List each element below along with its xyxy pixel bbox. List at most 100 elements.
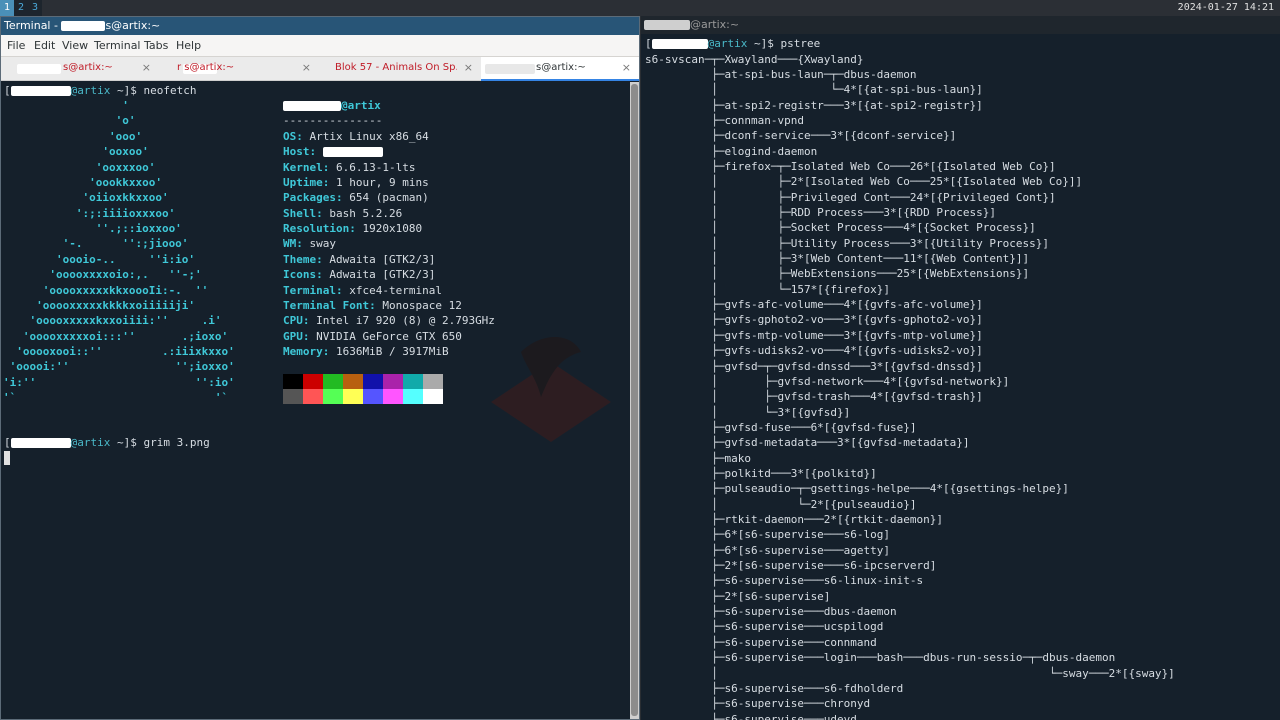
pstree-line: ├─gvfs-mtp-volume───3*[{gvfs-mtp-volume}… <box>645 328 983 342</box>
menu-help[interactable]: Help <box>176 35 201 57</box>
pstree-line: ├─firefox─┬─Isolated Web Co───26*[{Isola… <box>645 159 1056 173</box>
tab-4-close-icon[interactable]: × <box>622 57 631 79</box>
pstree-line: │ ├─RDD Process───3*[{RDD Process}] <box>645 206 996 219</box>
prompt-line: [@artix ~]$ neofetch <box>4 84 197 97</box>
menu-tabs[interactable]: Tabs <box>144 35 168 57</box>
logo-line: 'oiioxkkxxoo' <box>3 191 169 204</box>
command-text: neofetch <box>143 84 197 97</box>
info-key: Resolution: <box>283 222 356 236</box>
pstree-line: ├─gvfsd─┬─gvfsd-dnssd───3*[{gvfsd-dnssd}… <box>645 359 983 373</box>
info-value: Intel i7 920 (8) @ 2.793GHz <box>309 314 495 328</box>
color-swatch <box>383 374 403 389</box>
workspace-1-button[interactable]: 1 <box>0 0 14 16</box>
pstree-line: │ └─sway───2*[{sway}] <box>645 666 1175 680</box>
info-row: Shell: bash 5.2.26 <box>283 206 402 221</box>
pstree-line: │ ├─gvfsd-network───4*[{gvfsd-network}] <box>645 374 1010 388</box>
info-key: Uptime: <box>283 176 330 190</box>
terminal-output[interactable]: [@artix ~]$ neofetch ' 'o' 'ooo' 'ooxoo'… <box>1 82 629 719</box>
pstree-line: ├─dconf-service───3*[{dconf-service}] <box>645 129 957 143</box>
logo-line: 'ooxxxoo' <box>3 161 156 174</box>
color-swatch <box>403 389 423 404</box>
menu-file[interactable]: File <box>7 35 25 57</box>
logo-line: 'i:'' '':io' <box>3 376 235 389</box>
info-value: Monospace 12 <box>375 298 462 312</box>
redacted-username <box>61 21 106 31</box>
info-row: WM: sway <box>283 236 336 251</box>
info-value: 1920x1080 <box>355 222 423 236</box>
menu-edit[interactable]: Edit <box>34 35 55 57</box>
window-titlebar[interactable]: Terminal - s@artix:~ <box>1 17 639 35</box>
info-row: Terminal: xfce4-terminal <box>283 283 442 298</box>
color-swatch <box>323 389 343 404</box>
clock: 2024-01-27 14:21 <box>1177 2 1274 13</box>
logo-line: 'ooo' <box>3 130 143 143</box>
redacted-username <box>651 39 708 49</box>
redacted-host <box>322 147 383 158</box>
info-key: Terminal Font: <box>283 298 376 312</box>
pstree-line: ├─gvfs-gphoto2-vo───3*[{gvfs-gphoto2-vo}… <box>645 313 983 327</box>
color-swatch <box>363 374 383 389</box>
info-value: sway <box>302 237 336 251</box>
menu-terminal[interactable]: Terminal <box>94 35 141 57</box>
tab-3[interactable]: Blok 57 - Animals On Sp... × <box>319 57 481 81</box>
prompt-line: [@artix ~]$ pstree <box>645 37 821 50</box>
pstree-line: │ ├─Utility Process───3*[{Utility Proces… <box>645 236 1049 250</box>
info-row: Uptime: 1 hour, 9 mins <box>283 175 429 190</box>
tab-3-close-icon[interactable]: × <box>464 57 473 79</box>
info-row: GPU: NVIDIA GeForce GTX 650 <box>283 329 462 344</box>
logo-line: 'ooooxxxxxkxxoiiii:'' .i' <box>3 314 222 327</box>
info-key: Host: <box>283 145 317 159</box>
window-title-suffix: s@artix:~ <box>105 19 161 32</box>
xfce4-terminal-window[interactable]: Terminal - s@artix:~ File Edit View Term… <box>0 16 640 720</box>
pstree-line: ├─2*[s6-supervise───s6-ipcserverd] <box>645 559 937 573</box>
logo-line: 'ooooi:'' '';ioxxo' <box>3 360 235 373</box>
color-swatch <box>423 374 443 389</box>
tab-1[interactable]: s@artix:~ × <box>1 57 159 81</box>
pstree-line: ├─6*[s6-supervise───agetty] <box>645 543 891 557</box>
pstree-line: ├─s6-supervise───dbus-daemon <box>645 605 897 619</box>
pstree-line: ├─gvfs-udisks2-vo───4*[{gvfs-udisks2-vo}… <box>645 344 983 358</box>
workspace-2-button[interactable]: 2 <box>14 0 28 16</box>
color-swatch <box>343 389 363 404</box>
foot-terminal-window[interactable]: @artix:~ [@artix ~]$ pstree s6-svscan─┬─… <box>640 16 1280 720</box>
color-swatch <box>383 389 403 404</box>
info-key: Kernel: <box>283 160 330 174</box>
info-value: xfce4-terminal <box>342 283 442 297</box>
info-value: 654 (pacman) <box>342 191 429 205</box>
color-swatch <box>363 389 383 404</box>
pstree-line: │ ├─Privileged Cont───24*[{Privileged Co… <box>645 190 1056 204</box>
info-value: Artix Linux x86_64 <box>302 130 429 143</box>
logo-line: 'ooooxxxxoio:,. ''-;' <box>3 268 202 281</box>
color-swatch <box>303 389 323 404</box>
info-key: Theme: <box>283 252 323 266</box>
pstree-line: ├─at-spi2-registr───3*[{at-spi2-registr}… <box>645 98 983 112</box>
info-value: NVIDIA GeForce GTX 650 <box>309 329 462 343</box>
menu-view[interactable]: View <box>62 35 88 57</box>
pstree-line: ├─6*[s6-supervise───s6-log] <box>645 528 891 542</box>
tab-2[interactable]: r s@artix:~ × <box>159 57 319 81</box>
pstree-line: ├─s6-supervise───s6-linux-init-s <box>645 574 924 588</box>
tab-4-active[interactable]: s@artix:~ × <box>481 57 639 81</box>
pstree-line: ├─s6-supervise───s6-fdholderd <box>645 681 904 695</box>
logo-line: 'ooooxxxxxoi:::'' .;ioxo' <box>3 330 229 343</box>
pstree-line: │ ├─WebExtensions───25*[{WebExtensions}] <box>645 267 1030 281</box>
pstree-line: │ └─2*[{pulseaudio}] <box>645 497 917 511</box>
info-value: 6.6.13-1-lts <box>329 160 416 174</box>
logo-line: 'o' <box>3 114 136 127</box>
info-key: Memory: <box>283 344 330 358</box>
scrollbar-thumb[interactable] <box>631 84 638 716</box>
terminal-output[interactable]: [@artix ~]$ pstree s6-svscan─┬─Xwayland─… <box>645 35 1277 720</box>
color-swatch <box>323 374 343 389</box>
info-key: WM: <box>283 237 303 251</box>
scrollbar[interactable] <box>630 82 639 719</box>
window-titlebar[interactable]: @artix:~ <box>641 16 1280 34</box>
tab-1-close-icon[interactable]: × <box>142 57 151 79</box>
pstree-line: ├─elogind-daemon <box>645 144 818 158</box>
tab-2-close-icon[interactable]: × <box>302 57 311 79</box>
info-key: OS: <box>283 130 303 143</box>
workspace-3-button[interactable]: 3 <box>28 0 42 16</box>
logo-line: ':;:iiiioxxxoo' <box>3 207 176 220</box>
pstree-line: ├─s6-supervise───login───bash───dbus-run… <box>645 651 1116 665</box>
info-row: OS: Artix Linux x86_64 <box>283 129 429 144</box>
logo-line: ''.;::ioxxoo' <box>3 222 182 235</box>
